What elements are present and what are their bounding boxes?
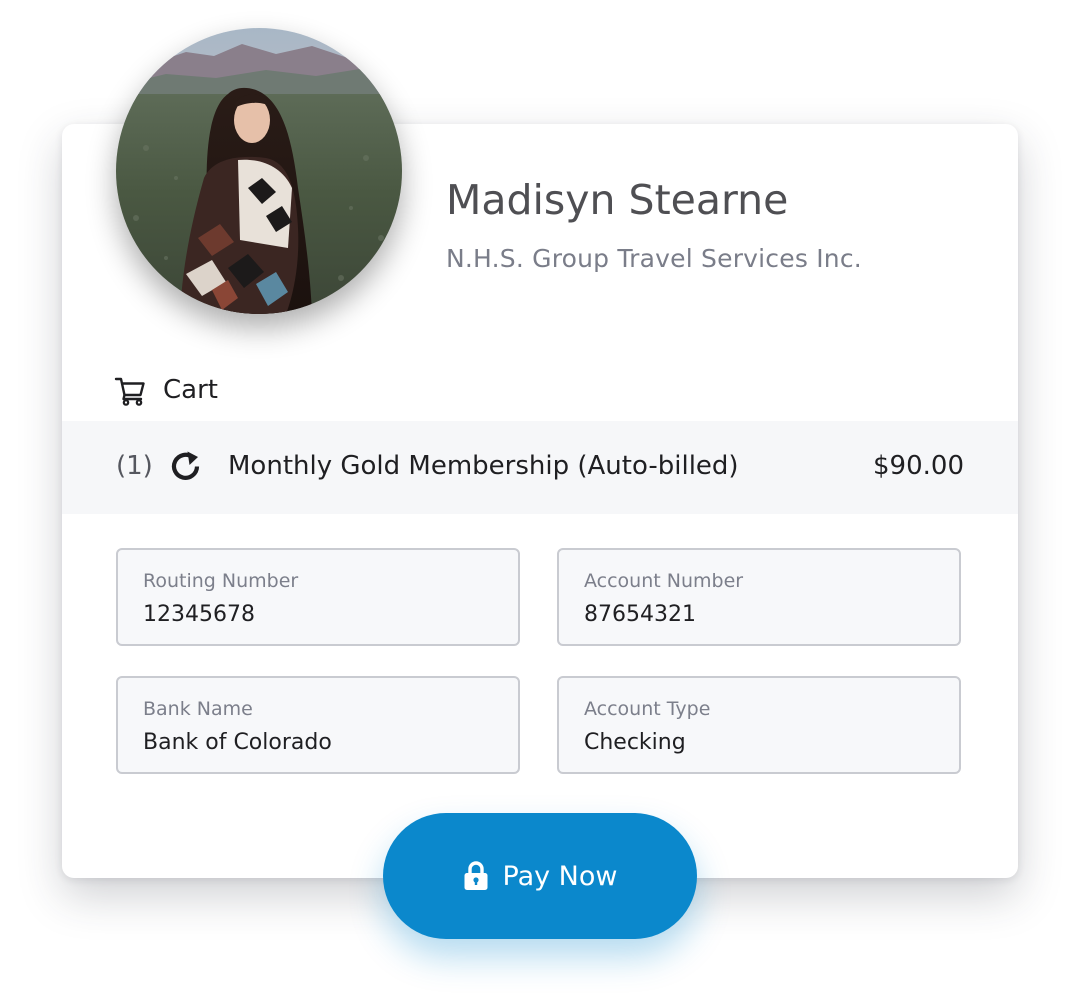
avatar-photo xyxy=(116,28,402,314)
cart-label: Cart xyxy=(163,375,218,405)
cart-item-name: Monthly Gold Membership (Auto-billed) xyxy=(228,451,739,481)
account-type-input[interactable] xyxy=(584,730,934,755)
cart-header: Cart xyxy=(114,370,218,410)
avatar xyxy=(116,28,402,314)
account-type-field[interactable]: Account Type xyxy=(557,676,961,774)
bank-name-field[interactable]: Bank Name xyxy=(116,676,520,774)
account-number-label: Account Number xyxy=(584,570,744,592)
bank-name-input[interactable] xyxy=(143,730,493,755)
routing-number-label: Routing Number xyxy=(143,570,299,592)
pay-now-label: Pay Now xyxy=(502,860,618,892)
renew-icon xyxy=(168,449,204,485)
account-number-input[interactable] xyxy=(584,602,934,627)
routing-number-input[interactable] xyxy=(143,602,493,627)
profile-name: Madisyn Stearne xyxy=(446,176,789,224)
account-number-field[interactable]: Account Number xyxy=(557,548,961,646)
pay-now-button[interactable]: Pay Now xyxy=(383,813,697,939)
account-type-label: Account Type xyxy=(584,698,711,720)
lock-icon xyxy=(463,860,489,891)
bank-name-label: Bank Name xyxy=(143,698,253,720)
routing-number-field[interactable]: Routing Number xyxy=(116,548,520,646)
cart-item-quantity: (1) xyxy=(116,451,153,481)
profile-company: N.H.S. Group Travel Services Inc. xyxy=(446,244,862,273)
cart-item-price: $90.00 xyxy=(873,451,964,481)
cart-icon xyxy=(114,374,147,407)
cart-item-row: (1) Monthly Gold Membership (Auto-billed… xyxy=(62,421,1018,514)
